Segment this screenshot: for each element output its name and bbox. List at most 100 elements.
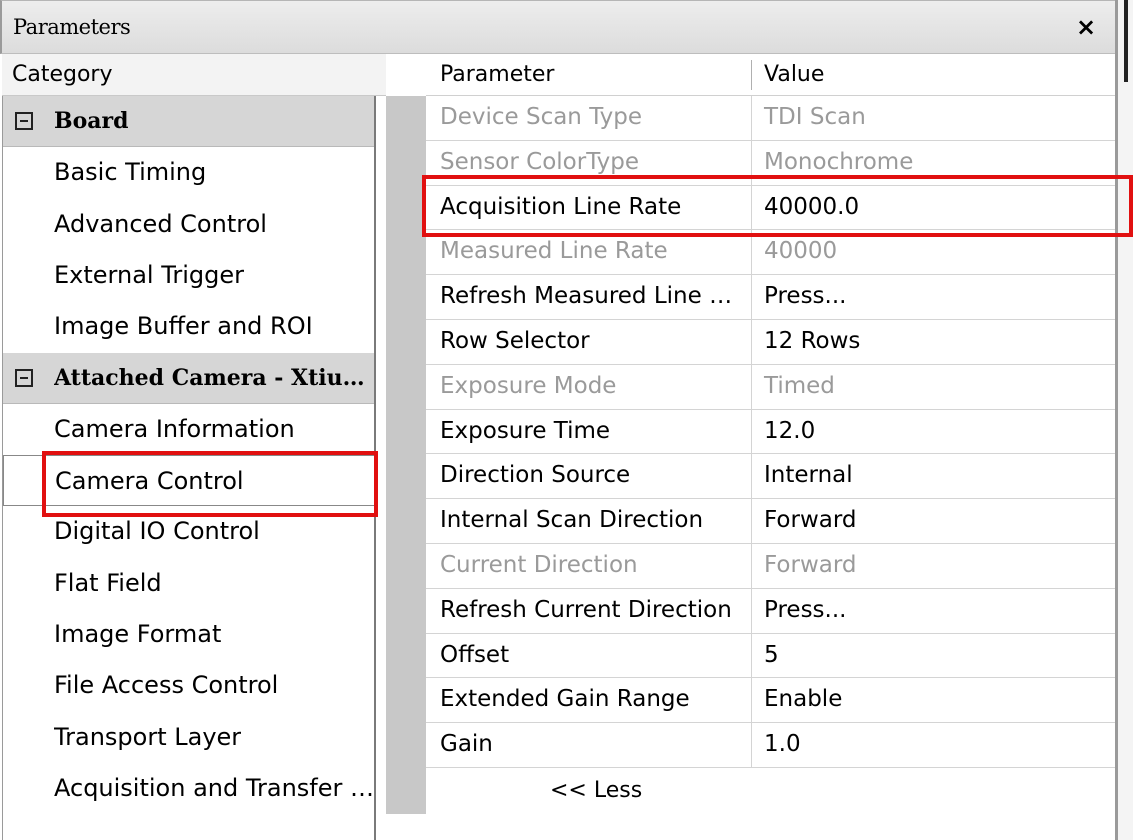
parameter-value[interactable]: Press... <box>764 597 846 623</box>
cell-separator <box>751 230 752 275</box>
category-header-label: Category <box>12 62 113 87</box>
parameter-row[interactable]: Refresh Current Direction Press... <box>426 588 1115 634</box>
parameter-row[interactable]: Row Selector 12 Rows <box>426 319 1115 365</box>
parameter-grid-header: Parameter Value <box>426 54 1115 96</box>
panel-splitter[interactable] <box>374 96 376 840</box>
parameter-name: Exposure Time <box>440 417 611 444</box>
category-item[interactable]: File Access Control <box>3 660 375 711</box>
parameter-value: Monochrome <box>764 148 914 175</box>
title-bar: Parameters × <box>0 0 1115 54</box>
category-item[interactable]: Basic Timing <box>3 147 375 198</box>
parameter-value[interactable]: 1.0 <box>764 731 801 757</box>
category-label: Advanced Control <box>54 209 267 238</box>
category-item[interactable]: Flat Field <box>3 558 375 609</box>
cell-separator <box>751 499 752 543</box>
category-item[interactable]: Image Format <box>3 609 375 660</box>
cell-separator <box>751 185 752 230</box>
category-item[interactable]: Digital IO Control <box>3 506 375 557</box>
scrollbar-thumb[interactable] <box>1124 0 1128 82</box>
parameter-value: Forward <box>764 551 857 578</box>
parameter-row[interactable]: Direction Source Internal <box>426 454 1115 500</box>
category-label: Image Format <box>54 620 222 648</box>
parameter-name: Extended Gain Range <box>440 686 690 713</box>
parameter-row[interactable]: Acquisition Line Rate 40000.0 <box>426 185 1115 231</box>
cell-separator <box>751 275 752 319</box>
category-label: External Trigger <box>54 260 244 289</box>
category-item[interactable]: External Trigger <box>3 250 375 301</box>
category-list: Board Basic Timing Advanced Control Externa… <box>2 96 375 840</box>
less-button[interactable]: << Less <box>550 778 642 803</box>
category-column-header: Category <box>2 54 386 96</box>
parameter-name: Measured Line Rate <box>440 238 668 265</box>
parameter-value[interactable]: 12 Rows <box>764 328 860 354</box>
category-label: Transport Layer <box>54 722 242 751</box>
parameter-value: TDI Scan <box>764 104 866 130</box>
category-item[interactable]: Camera Control <box>3 455 375 507</box>
parameter-value: Timed <box>764 372 835 399</box>
cell-separator <box>751 409 752 454</box>
parameter-value[interactable]: 5 <box>764 642 779 668</box>
column-separator[interactable] <box>751 60 752 90</box>
parameter-row[interactable]: Gain 1.0 <box>426 723 1115 768</box>
parameter-name: Row Selector <box>440 327 590 354</box>
scrollbar-strip[interactable] <box>1118 0 1133 840</box>
parameter-row[interactable]: Current Direction Forward <box>426 543 1115 589</box>
cell-separator <box>751 633 752 678</box>
cell-separator <box>751 364 752 409</box>
category-item[interactable]: Acquisition and Transfer … <box>3 763 375 814</box>
category-label: Attached Camera - Xtiu… <box>54 364 365 391</box>
category-group[interactable]: Attached Camera - Xtiu… <box>3 352 375 404</box>
cell-separator <box>751 96 752 140</box>
category-label: Camera Control <box>55 467 244 496</box>
category-label: Board <box>54 108 129 134</box>
cell-separator <box>751 140 752 185</box>
parameter-value[interactable]: Press... <box>764 283 846 309</box>
parameter-row[interactable]: Extended Gain Range Enable <box>426 678 1115 724</box>
cell-separator <box>751 678 752 723</box>
category-group[interactable]: Board <box>3 96 375 147</box>
parameter-name: Gain <box>440 731 493 758</box>
category-item[interactable]: Advanced Control <box>3 199 375 250</box>
category-item[interactable]: Camera Information <box>3 404 375 455</box>
parameter-name: Refresh Current Direction <box>440 596 732 623</box>
category-label: Camera Information <box>54 414 295 443</box>
category-label: Flat Field <box>54 568 162 597</box>
category-label: Digital IO Control <box>54 517 260 546</box>
cell-separator <box>751 454 752 499</box>
parameter-value[interactable]: Internal <box>764 462 853 488</box>
category-label: Acquisition and Transfer … <box>54 773 372 802</box>
parameter-value: 40000 <box>764 238 838 265</box>
parameter-name: Current Direction <box>440 551 638 578</box>
collapse-icon[interactable] <box>15 368 33 387</box>
parameter-row[interactable]: Sensor ColorType Monochrome <box>426 140 1115 186</box>
collapse-icon[interactable] <box>15 112 33 130</box>
parameter-row[interactable]: Device Scan Type TDI Scan <box>426 96 1115 141</box>
parameter-value[interactable]: Forward <box>764 507 857 533</box>
category-label: Basic Timing <box>54 158 207 187</box>
grid-row-gutter <box>386 96 426 814</box>
parameter-name: Sensor ColorType <box>440 148 640 175</box>
category-item[interactable]: Transport Layer <box>3 712 375 763</box>
parameter-name: Device Scan Type <box>440 104 643 130</box>
cell-separator <box>751 723 752 767</box>
parameter-value[interactable]: 40000.0 <box>764 194 859 220</box>
parameter-value[interactable]: Enable <box>764 686 842 712</box>
parameter-row[interactable]: Exposure Time 12.0 <box>426 409 1115 455</box>
cell-separator <box>751 319 752 364</box>
parameters-window: Parameters × Category Board Basic Timing A… <box>0 0 1133 840</box>
parameter-row[interactable]: Refresh Measured Line … Press... <box>426 275 1115 320</box>
close-button[interactable]: × <box>1073 13 1099 41</box>
cell-separator <box>751 543 752 588</box>
cell-separator <box>751 588 752 633</box>
parameter-value[interactable]: 12.0 <box>764 418 815 444</box>
parameter-name: Acquisition Line Rate <box>440 193 682 220</box>
category-item[interactable]: Image Buffer and ROI <box>3 301 375 352</box>
parameter-row[interactable]: Exposure Mode Timed <box>426 364 1115 410</box>
parameter-row[interactable]: Measured Line Rate 40000 <box>426 230 1115 276</box>
category-label: Image Buffer and ROI <box>54 312 313 341</box>
parameter-row[interactable]: Internal Scan Direction Forward <box>426 499 1115 544</box>
parameter-name: Offset <box>440 641 510 668</box>
parameter-name: Internal Scan Direction <box>440 507 704 534</box>
parameter-grid: Device Scan Type TDI Scan Sensor ColorType… <box>426 96 1115 768</box>
parameter-row[interactable]: Offset 5 <box>426 633 1115 679</box>
